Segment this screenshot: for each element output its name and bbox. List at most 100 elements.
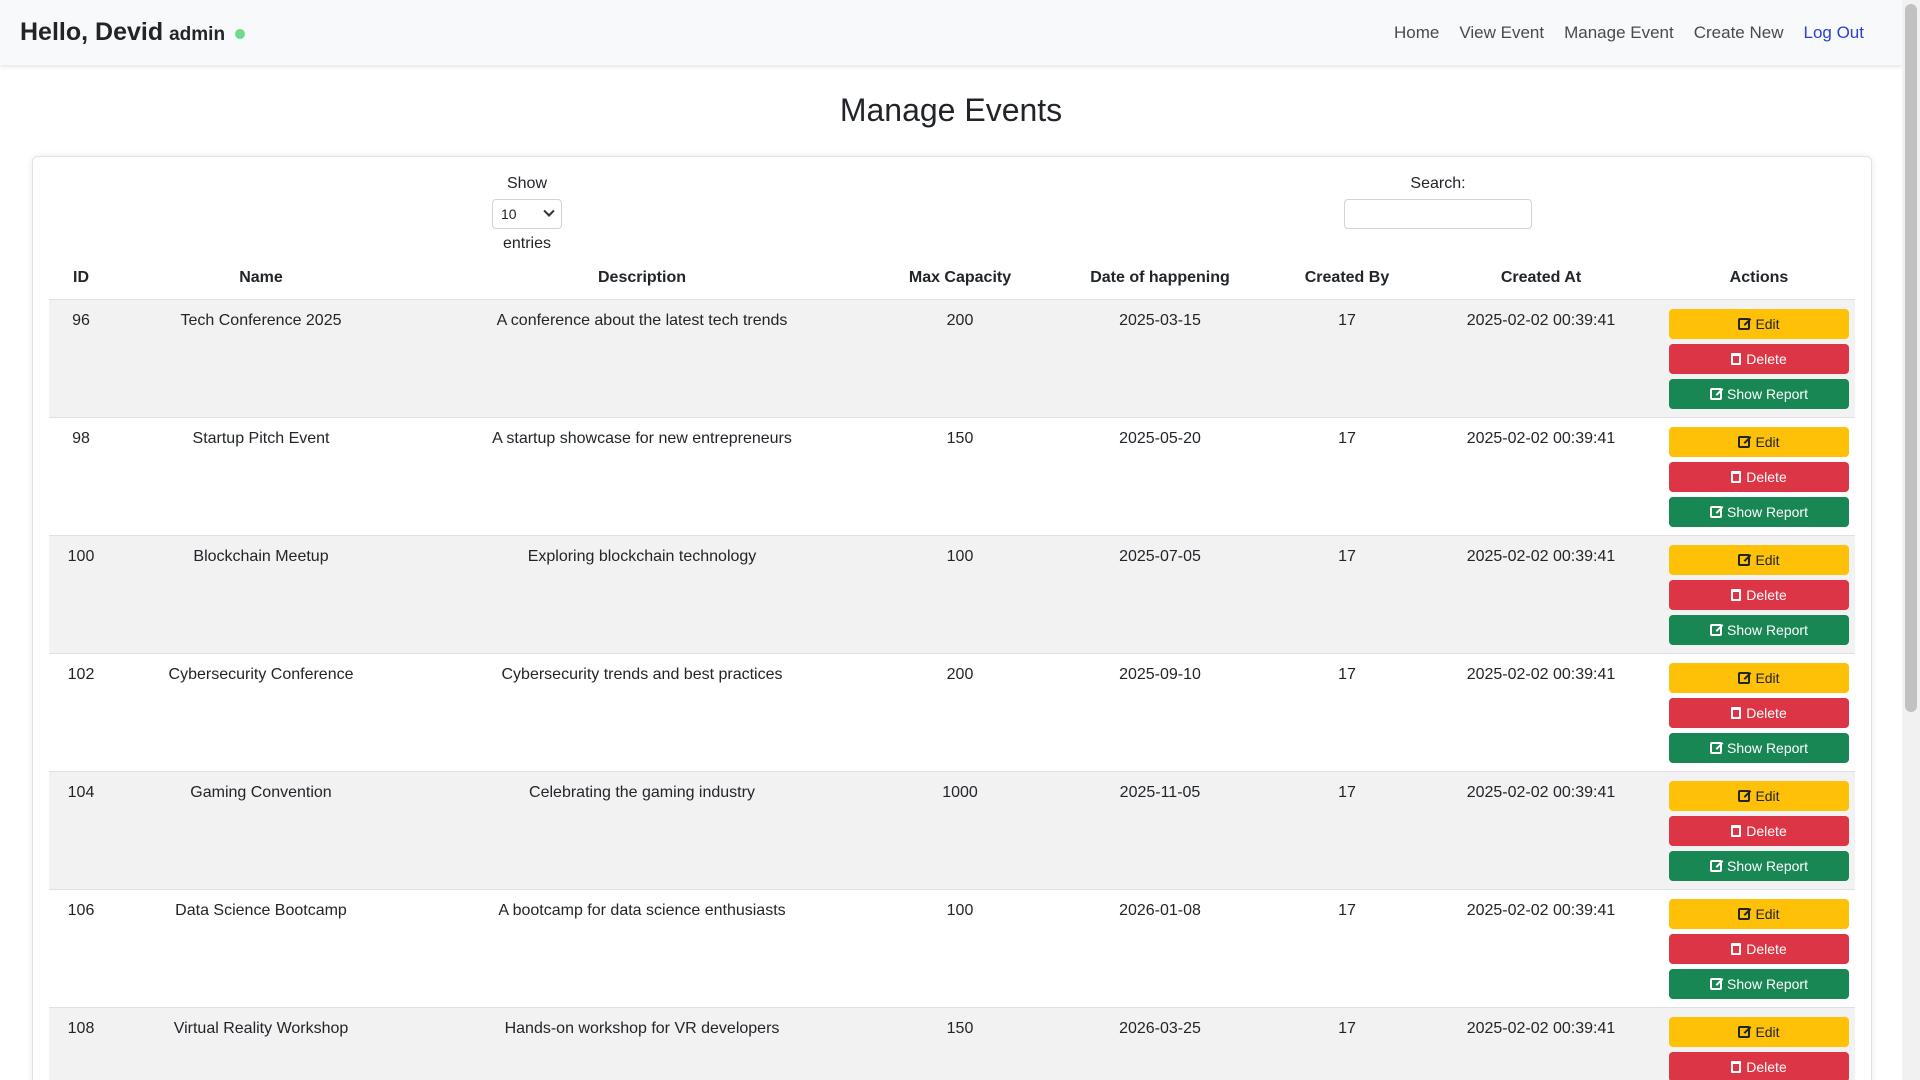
- nav-link-home[interactable]: Home: [1394, 23, 1439, 43]
- delete-label: Delete: [1746, 350, 1787, 367]
- edit-label: Edit: [1755, 905, 1780, 922]
- show-report-button[interactable]: Show Report: [1669, 496, 1849, 527]
- show-report-label: Show Report: [1727, 739, 1808, 756]
- header-description[interactable]: Description: [409, 257, 875, 300]
- edit-button[interactable]: Edit: [1669, 780, 1849, 811]
- cell-created-at: 2025-02-02 00:39:41: [1419, 771, 1663, 890]
- report-icon: [1710, 741, 1723, 754]
- trash-icon: [1731, 1060, 1742, 1073]
- header-id[interactable]: ID: [49, 257, 113, 300]
- delete-button[interactable]: Delete: [1669, 579, 1849, 610]
- header-created-by[interactable]: Created By: [1275, 257, 1419, 300]
- report-icon: [1710, 623, 1723, 636]
- cell-max-capacity: 200: [875, 653, 1045, 772]
- edit-icon: [1738, 317, 1751, 330]
- edit-button[interactable]: Edit: [1669, 1016, 1849, 1047]
- search-input[interactable]: [1344, 199, 1532, 229]
- edit-button[interactable]: Edit: [1669, 898, 1849, 929]
- edit-button[interactable]: Edit: [1669, 544, 1849, 575]
- delete-button[interactable]: Delete: [1669, 343, 1849, 374]
- header-name[interactable]: Name: [113, 257, 409, 300]
- cell-date: 2025-07-05: [1045, 535, 1275, 654]
- chevron-down-icon: [543, 205, 555, 217]
- page-scrollbar[interactable]: [1902, 0, 1920, 1080]
- cell-actions: Edit Delete Show Report: [1663, 771, 1855, 890]
- brand: Hello, Devid admin: [20, 18, 246, 47]
- header-max-capacity[interactable]: Max Capacity: [875, 257, 1045, 300]
- cell-name: Cybersecurity Conference: [113, 653, 409, 772]
- header-created-at[interactable]: Created At: [1419, 257, 1663, 300]
- nav-link-log-out[interactable]: Log Out: [1804, 23, 1865, 43]
- nav-link-manage-event[interactable]: Manage Event: [1564, 23, 1674, 43]
- cell-created-at: 2025-02-02 00:39:41: [1419, 1007, 1663, 1080]
- nav-link-view-event[interactable]: View Event: [1459, 23, 1544, 43]
- cell-date: 2025-05-20: [1045, 417, 1275, 536]
- edit-icon: [1738, 907, 1751, 920]
- show-report-button[interactable]: Show Report: [1669, 732, 1849, 763]
- table-row: 102 Cybersecurity Conference Cybersecurity…: [49, 653, 1855, 772]
- row-actions: Edit Delete Show Report: [1663, 780, 1855, 881]
- cell-id: 106: [49, 889, 113, 1008]
- edit-button[interactable]: Edit: [1669, 426, 1849, 457]
- cell-created-by: 17: [1275, 535, 1419, 654]
- edit-label: Edit: [1755, 787, 1780, 804]
- cell-actions: Edit Delete Show Report: [1663, 889, 1855, 1008]
- delete-button[interactable]: Delete: [1669, 933, 1849, 964]
- cell-date: 2026-03-25: [1045, 1007, 1275, 1080]
- cell-max-capacity: 150: [875, 1007, 1045, 1080]
- entries-select[interactable]: 10: [492, 199, 562, 229]
- row-actions: Edit Delete Show Report: [1663, 308, 1855, 409]
- nav-link-create-new[interactable]: Create New: [1694, 23, 1784, 43]
- table-row: 106 Data Science Bootcamp A bootcamp for d…: [49, 889, 1855, 1008]
- trash-icon: [1731, 706, 1742, 719]
- show-report-button[interactable]: Show Report: [1669, 850, 1849, 881]
- cell-created-by: 17: [1275, 417, 1419, 536]
- cell-max-capacity: 100: [875, 889, 1045, 1008]
- cell-name: Virtual Reality Workshop: [113, 1007, 409, 1080]
- cell-id: 98: [49, 417, 113, 536]
- edit-label: Edit: [1755, 669, 1780, 686]
- show-report-button[interactable]: Show Report: [1669, 968, 1849, 999]
- delete-button[interactable]: Delete: [1669, 461, 1849, 492]
- show-report-button[interactable]: Show Report: [1669, 614, 1849, 645]
- delete-button[interactable]: Delete: [1669, 697, 1849, 728]
- navbar: Hello, Devid admin Home View Event Manag…: [0, 0, 1902, 65]
- show-label: Show: [506, 175, 548, 192]
- delete-label: Delete: [1746, 822, 1787, 839]
- report-icon: [1710, 977, 1723, 990]
- delete-button[interactable]: Delete: [1669, 1051, 1849, 1080]
- cell-max-capacity: 200: [875, 299, 1045, 418]
- row-actions: Edit Delete Show Report: [1663, 544, 1855, 645]
- report-icon: [1710, 505, 1723, 518]
- table-body: 96 Tech Conference 2025 A conference about…: [49, 299, 1855, 1080]
- user-role: admin: [169, 24, 226, 45]
- trash-icon: [1731, 588, 1742, 601]
- header-actions: Actions: [1663, 257, 1855, 300]
- scrollbar-thumb[interactable]: [1905, 4, 1917, 712]
- delete-label: Delete: [1746, 940, 1787, 957]
- edit-icon: [1738, 671, 1751, 684]
- edit-icon: [1738, 553, 1751, 566]
- cell-created-by: 17: [1275, 771, 1419, 890]
- cell-actions: Edit Delete Show Report: [1663, 417, 1855, 536]
- cell-description: A conference about the latest tech trend…: [409, 299, 875, 418]
- nav-links: Home View Event Manage Event Create New …: [1394, 23, 1882, 43]
- cell-id: 102: [49, 653, 113, 772]
- delete-button[interactable]: Delete: [1669, 815, 1849, 846]
- edit-label: Edit: [1755, 433, 1780, 450]
- delete-label: Delete: [1746, 1058, 1787, 1075]
- cell-created-at: 2025-02-02 00:39:41: [1419, 889, 1663, 1008]
- cell-description: Exploring blockchain technology: [409, 535, 875, 654]
- header-date[interactable]: Date of happening: [1045, 257, 1275, 300]
- edit-button[interactable]: Edit: [1669, 662, 1849, 693]
- cell-created-by: 17: [1275, 1007, 1419, 1080]
- cell-created-at: 2025-02-02 00:39:41: [1419, 417, 1663, 536]
- cell-actions: Edit Delete Show Report: [1663, 653, 1855, 772]
- events-table: ID Name Description Max Capacity Date of…: [49, 257, 1855, 1080]
- table-row: 104 Gaming Convention Celebrating the gami…: [49, 771, 1855, 890]
- trash-icon: [1731, 942, 1742, 955]
- edit-button[interactable]: Edit: [1669, 308, 1849, 339]
- cell-created-by: 17: [1275, 299, 1419, 418]
- cell-created-by: 17: [1275, 653, 1419, 772]
- show-report-button[interactable]: Show Report: [1669, 378, 1849, 409]
